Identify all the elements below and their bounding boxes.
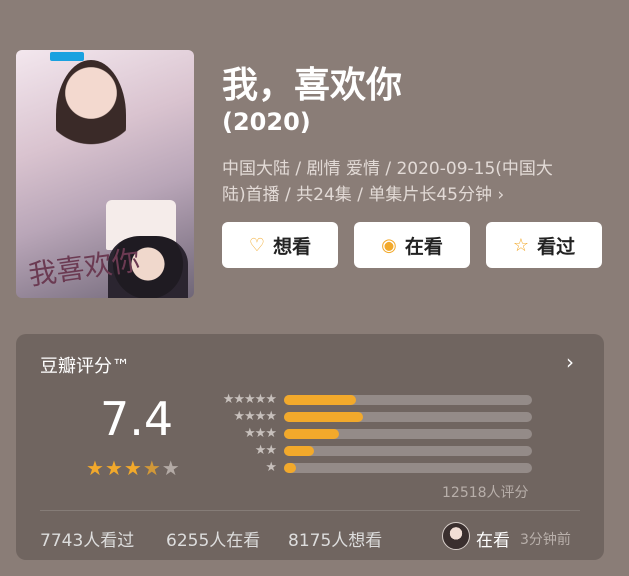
bar-stars-label: ★ [265,460,277,475]
bar-fill [284,462,297,473]
poster-image[interactable]: 我喜欢你 [16,50,194,298]
page-title: 我，喜欢你 [222,65,403,106]
watching-label: 在看 [404,235,443,258]
rating-stars: ★★★★★ [86,456,181,480]
avatar[interactable] [442,522,470,550]
movie-meta[interactable]: 中国大陆 / 剧情 爱情 / 2020-09-15(中国大 陆)首播 / 共24… [222,156,612,208]
rating-bar-5: ★★★★★ [216,392,532,407]
bar-fill [284,428,339,439]
bar-track [284,394,532,405]
star-icon: ★ [104,456,124,480]
rating-bar-3: ★★★ [216,426,532,441]
watching-button[interactable]: ◉ 在看 [354,222,470,268]
rating-score: 7.4 [100,392,174,446]
watched-count[interactable]: 7743人看过 [40,526,134,551]
rating-bar-4: ★★★★ [216,409,532,424]
rating-bar-1: ★ [216,460,532,475]
watched-button[interactable]: ☆ 看过 [486,222,602,268]
watched-label: 看过 [537,235,576,258]
rating-card[interactable]: 豆瓣评分™ › 7.4 ★★★★★ ★★★★★ ★★★★ ★★★ ★★ ★ 12… [16,334,604,560]
bar-track [284,462,532,473]
star-empty-icon: ★ [161,456,181,480]
heart-plus-icon: ♡ [248,234,266,256]
target-icon: ◉ [381,234,397,256]
rating-bar-2: ★★ [216,443,532,458]
want-count[interactable]: 8175人想看 [288,526,382,551]
bar-stars-label: ★★★★ [233,409,277,424]
bar-stars-label: ★★★ [244,426,277,441]
bar-track [284,411,532,422]
rating-count: 12518人评分 [442,485,529,501]
watching-count[interactable]: 6255人在看 [166,526,260,551]
bar-stars-label: ★★★★★ [222,392,277,407]
star-icon: ★ [86,456,105,480]
half-star-icon: ★ [142,456,162,480]
bar-track [284,428,532,439]
status-time: 3分钟前 [520,532,571,548]
bar-fill [284,445,314,456]
chevron-right-icon[interactable]: › [566,350,574,374]
bar-fill [284,394,356,405]
want-to-watch-label: 想看 [273,235,312,258]
star-icon: ★ [123,456,143,480]
chevron-right-icon: › [497,185,505,205]
poster-figure-female [56,60,126,170]
bar-stars-label: ★★ [254,443,277,458]
divider [40,510,580,511]
rating-title: 豆瓣评分™ [40,356,130,377]
bar-fill [284,411,364,422]
want-to-watch-button[interactable]: ♡ 想看 [222,222,338,268]
bar-track [284,445,532,456]
friend-status: 在看 [476,531,510,551]
meta-line: 中国大陆 / 剧情 爱情 / 2020-09-15(中国大 [222,159,553,179]
platform-badge [50,52,84,61]
meta-line: 陆)首播 / 共24集 / 单集片长45分钟 › [222,185,505,205]
release-year: (2020) [222,108,311,136]
star-outline-icon: ☆ [512,234,530,256]
